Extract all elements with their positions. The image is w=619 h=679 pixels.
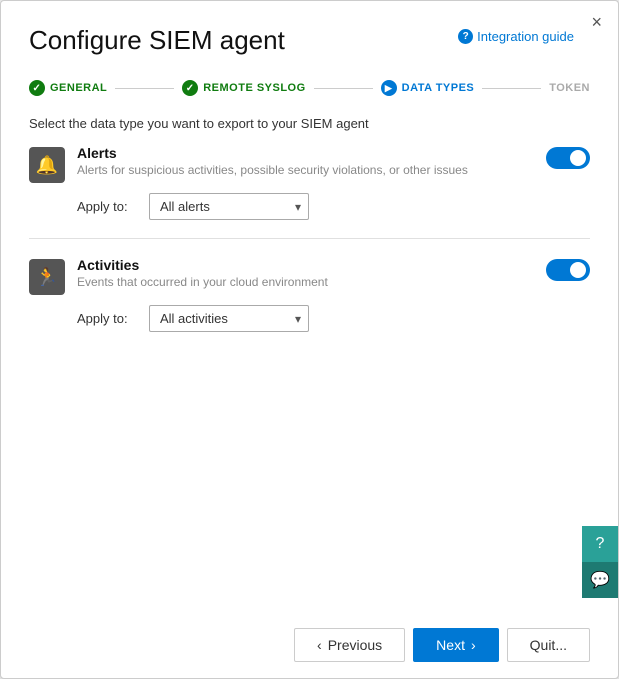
previous-button[interactable]: ‹ Previous	[294, 628, 405, 662]
side-help-button[interactable]: ?	[582, 526, 618, 562]
alerts-info: Alerts Alerts for suspicious activities,…	[77, 145, 534, 177]
activities-select-wrap: All activities Failed activities Success…	[149, 305, 309, 332]
step-remote-syslog-icon: ✓	[182, 80, 198, 96]
quit-label: Quit...	[530, 637, 567, 653]
divider-1	[29, 238, 590, 239]
next-chevron-icon: ›	[471, 637, 476, 653]
dialog-content: Select the data type you want to export …	[1, 96, 618, 612]
quit-button[interactable]: Quit...	[507, 628, 590, 662]
alerts-description: Alerts for suspicious activities, possib…	[77, 163, 534, 177]
activities-row: 🏃 Activities Events that occurred in you…	[29, 257, 590, 295]
step-line-1	[115, 88, 174, 89]
previous-chevron-icon: ‹	[317, 637, 322, 653]
configure-siem-dialog: × Configure SIEM agent ? Integration gui…	[0, 0, 619, 679]
integration-guide-link[interactable]: ? Integration guide	[458, 29, 574, 44]
activities-apply-label: Apply to:	[77, 311, 137, 326]
activities-description: Events that occurred in your cloud envir…	[77, 275, 534, 289]
alerts-row: 🔔 Alerts Alerts for suspicious activitie…	[29, 145, 590, 183]
next-label: Next	[436, 637, 465, 653]
activities-info: Activities Events that occurred in your …	[77, 257, 534, 289]
activities-toggle-wrap	[546, 257, 590, 281]
alerts-toggle[interactable]	[546, 147, 590, 169]
side-actions: ? 💬	[582, 526, 618, 598]
activities-name: Activities	[77, 257, 534, 273]
dialog-header: Configure SIEM agent ? Integration guide	[1, 1, 618, 62]
step-general-label: GENERAL	[50, 82, 107, 94]
activities-apply-select[interactable]: All activities Failed activities Success…	[149, 305, 309, 332]
alerts-toggle-thumb	[570, 150, 586, 166]
close-button[interactable]: ×	[591, 13, 602, 31]
alerts-toggle-track	[546, 147, 590, 169]
step-token-label: TOKEN	[549, 82, 590, 94]
step-general: ✓ GENERAL	[29, 80, 107, 96]
alerts-select-wrap: All alerts High severity Medium severity…	[149, 193, 309, 220]
step-line-2	[314, 88, 373, 89]
side-feedback-button[interactable]: 💬	[582, 562, 618, 598]
step-data-types-label: DATA TYPES	[402, 82, 475, 94]
next-button[interactable]: Next ›	[413, 628, 498, 662]
activities-toggle-thumb	[570, 262, 586, 278]
step-data-types: ▶ DATA TYPES	[381, 80, 475, 96]
activities-apply-row: Apply to: All activities Failed activiti…	[77, 305, 590, 332]
step-line-3	[482, 88, 541, 89]
step-remote-syslog: ✓ REMOTE SYSLOG	[182, 80, 305, 96]
side-feedback-icon: 💬	[590, 570, 610, 590]
alerts-icon: 🔔	[29, 147, 65, 183]
section-intro: Select the data type you want to export …	[29, 116, 590, 131]
activities-toggle-track	[546, 259, 590, 281]
step-general-icon: ✓	[29, 80, 45, 96]
dialog-footer: ‹ Previous Next › Quit...	[1, 612, 618, 678]
alerts-toggle-wrap	[546, 145, 590, 169]
side-help-icon: ?	[596, 535, 605, 553]
alerts-apply-select[interactable]: All alerts High severity Medium severity…	[149, 193, 309, 220]
previous-label: Previous	[328, 637, 382, 653]
alerts-apply-row: Apply to: All alerts High severity Mediu…	[77, 193, 590, 220]
help-circle-icon: ?	[458, 29, 473, 44]
step-remote-syslog-label: REMOTE SYSLOG	[203, 82, 305, 94]
alerts-name: Alerts	[77, 145, 534, 161]
alerts-apply-label: Apply to:	[77, 199, 137, 214]
step-data-types-icon: ▶	[381, 80, 397, 96]
stepper: ✓ GENERAL ✓ REMOTE SYSLOG ▶ DATA TYPES T…	[1, 62, 618, 96]
activities-icon: 🏃	[29, 259, 65, 295]
activities-toggle[interactable]	[546, 259, 590, 281]
step-token: TOKEN	[549, 82, 590, 94]
integration-guide-label: Integration guide	[477, 29, 574, 44]
